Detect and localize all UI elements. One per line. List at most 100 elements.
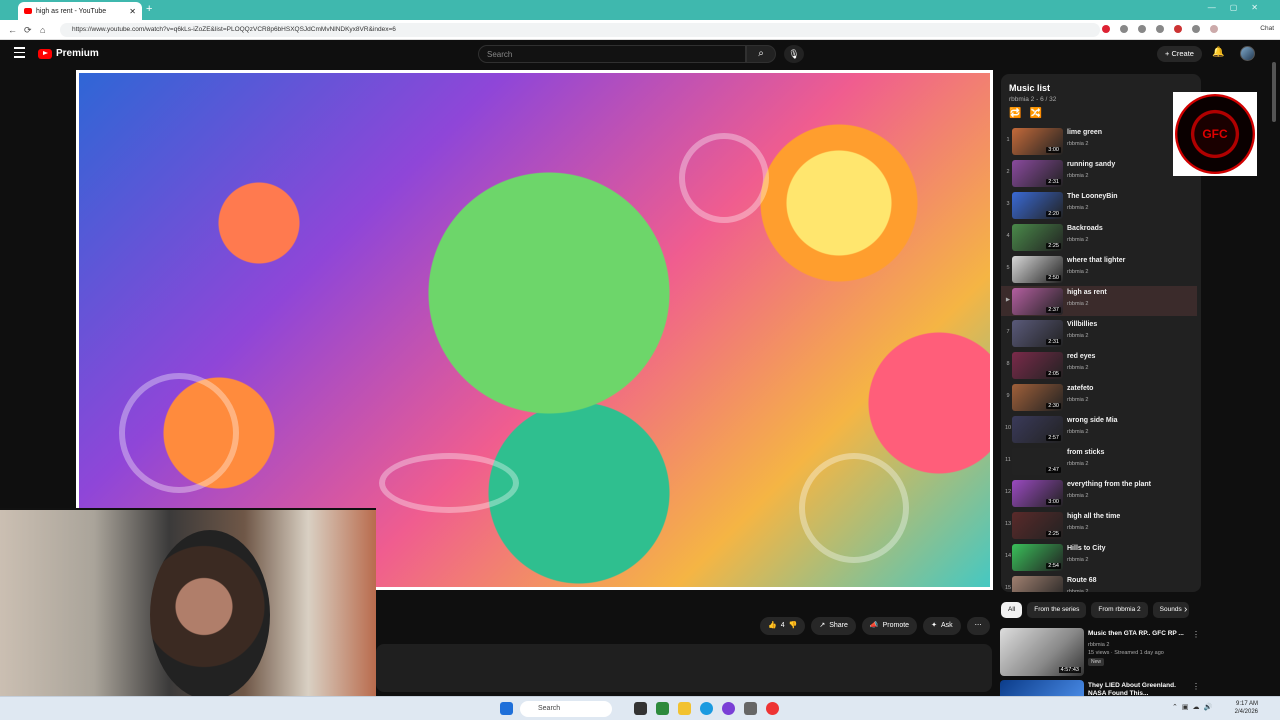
- playlist-item[interactable]: 14 2:54 Hills to City rbbmia 2: [1001, 542, 1197, 572]
- playlist-thumbnail[interactable]: 2:31: [1012, 320, 1063, 347]
- playlist-thumbnail[interactable]: 3:00: [1012, 480, 1063, 507]
- playlist-item[interactable]: 10 2:57 wrong side Mia rbbmia 2: [1001, 414, 1197, 444]
- share-button[interactable]: ↗ Share: [811, 617, 856, 635]
- playlist-item[interactable]: 9 2:30 zatefeto rbbmia 2: [1001, 382, 1197, 412]
- create-button[interactable]: + Create: [1157, 46, 1202, 62]
- extension-icon[interactable]: [1138, 25, 1146, 33]
- app-icon[interactable]: [656, 702, 669, 715]
- playlist-item[interactable]: 8 2:05 red eyes rbbmia 2: [1001, 350, 1197, 380]
- playlist-thumbnail[interactable]: 2:47: [1012, 448, 1063, 475]
- more-options-icon[interactable]: ⋮: [1192, 630, 1200, 639]
- microphone-icon[interactable]: 🎙: [784, 45, 804, 63]
- file-explorer-icon[interactable]: [678, 702, 691, 715]
- taskbar-search[interactable]: Search: [520, 701, 612, 717]
- recommendation-title[interactable]: Music then GTA RP.. GFC RP ...: [1088, 630, 1192, 638]
- more-actions-button[interactable]: ⋯: [966, 617, 990, 635]
- duration-badge: 2:31: [1046, 339, 1061, 345]
- megaphone-icon: 📣: [869, 622, 879, 629]
- chevron-right-icon[interactable]: ›: [1184, 604, 1187, 615]
- playlist-item[interactable]: 4 2:25 Backroads rbbmia 2: [1001, 222, 1197, 252]
- like-button[interactable]: 👍 4 👎: [760, 617, 806, 635]
- playlist-thumbnail[interactable]: 2:50: [1012, 256, 1063, 283]
- promote-button[interactable]: 📣 Promote: [861, 617, 918, 635]
- recommendation-channel[interactable]: rbbmia 2: [1088, 642, 1109, 648]
- playlist-item[interactable]: ▶ 2:37 high as rent rbbmia 2: [1001, 286, 1197, 316]
- recommendation-thumbnail[interactable]: 4:57:43: [1000, 628, 1084, 676]
- profile-icon[interactable]: [1210, 25, 1218, 33]
- playlist-thumbnail[interactable]: 2:05: [1012, 352, 1063, 379]
- filter-chip[interactable]: From the series: [1027, 602, 1087, 618]
- youtube-favicon-icon: [24, 8, 32, 14]
- extension-icon[interactable]: [1120, 25, 1128, 33]
- playlist-item[interactable]: 1 3:00 lime green rbbmia 2: [1001, 126, 1197, 156]
- playlist-thumbnail[interactable]: 3:00: [1012, 128, 1063, 155]
- playlist-item-channel: rbbmia 2: [1067, 333, 1089, 339]
- home-icon[interactable]: ⌂: [40, 25, 45, 35]
- address-bar[interactable]: https://www.youtube.com/watch?v=q6kLs-iZ…: [60, 23, 1100, 37]
- window-controls[interactable]: —▢✕: [1208, 3, 1272, 12]
- favorites-icon[interactable]: [1156, 25, 1164, 33]
- close-tab-icon[interactable]: ✕: [129, 7, 136, 16]
- loop-icon[interactable]: 🔁: [1009, 108, 1021, 119]
- playlist-thumbnail[interactable]: 2:31: [1012, 160, 1063, 187]
- search-input[interactable]: Search: [478, 45, 746, 63]
- playlist-thumbnail[interactable]: 2:54: [1012, 544, 1063, 571]
- avatar[interactable]: [1240, 46, 1255, 61]
- thumbs-down-icon[interactable]: 👎: [789, 617, 798, 635]
- extension-icon[interactable]: [1102, 25, 1110, 33]
- extension-icon[interactable]: [1192, 25, 1200, 33]
- shuffle-icon[interactable]: 🔀: [1029, 108, 1041, 119]
- gfc-logo-overlay: GFC: [1173, 92, 1257, 176]
- filter-chip[interactable]: All: [1001, 602, 1023, 618]
- playlist-thumbnail[interactable]: 2:25: [1012, 224, 1063, 251]
- extension-icon[interactable]: [1174, 25, 1182, 33]
- playlist-item[interactable]: 12 3:00 everything from the plant rbbmia 2: [1001, 478, 1197, 508]
- edge-icon[interactable]: [700, 702, 713, 715]
- playlist-thumbnail[interactable]: [1012, 576, 1063, 592]
- browser-tab[interactable]: high as rent - YouTube ✕: [18, 2, 142, 20]
- recommendation-thumbnail[interactable]: [1000, 680, 1084, 696]
- task-view-icon[interactable]: [634, 702, 647, 715]
- page-scrollbar[interactable]: [1272, 52, 1278, 692]
- playlist-item[interactable]: 2 2:31 running sandy rbbmia 2: [1001, 158, 1197, 188]
- recommendation-item[interactable]: They LIED About Greenland. NASA Found Th…: [1000, 678, 1200, 696]
- playlist-index: 11: [1005, 457, 1011, 463]
- recommendation-item[interactable]: 4:57:43 Music then GTA RP.. GFC RP ... r…: [1000, 626, 1200, 680]
- chat-button[interactable]: Chat: [1260, 25, 1274, 32]
- search-icon[interactable]: ⌕: [746, 45, 776, 63]
- playlist-item[interactable]: 15 Route 68 rbbmia 2: [1001, 574, 1197, 592]
- playlist-item[interactable]: 5 2:50 where that lighter rbbmia 2: [1001, 254, 1197, 284]
- clock[interactable]: 9:17 AM 2/4/2026: [1235, 700, 1258, 716]
- app-icon[interactable]: [722, 702, 735, 715]
- playlist-item-title: The LooneyBin: [1067, 193, 1118, 200]
- playlist-thumbnail[interactable]: 2:57: [1012, 416, 1063, 443]
- playlist-item[interactable]: 11 2:47 from sticks rbbmia 2: [1001, 446, 1197, 476]
- playlist-item[interactable]: 13 2:25 high all the time rbbmia 2: [1001, 510, 1197, 540]
- start-icon[interactable]: [500, 702, 513, 715]
- refresh-icon[interactable]: ⟳: [24, 25, 32, 36]
- playlist-thumbnail[interactable]: 2:30: [1012, 384, 1063, 411]
- camera-icon[interactable]: [744, 702, 757, 715]
- new-tab-icon[interactable]: +: [146, 3, 152, 15]
- playlist-index: 8: [1006, 361, 1010, 367]
- playlist-thumbnail[interactable]: 2:25: [1012, 512, 1063, 539]
- description-box[interactable]: [376, 644, 992, 692]
- filter-chip[interactable]: From rbbmia 2: [1091, 602, 1148, 618]
- playlist-item-title: from sticks: [1067, 449, 1105, 456]
- playlist-item[interactable]: 7 2:31 Villbillies rbbmia 2: [1001, 318, 1197, 348]
- recommendation-title[interactable]: They LIED About Greenland. NASA Found Th…: [1088, 682, 1192, 696]
- playlist-thumbnail[interactable]: 2:37: [1012, 288, 1063, 315]
- playlist-thumbnail[interactable]: 2:20: [1012, 192, 1063, 219]
- system-tray[interactable]: ⌃▣☁🔊: [1172, 703, 1216, 711]
- menu-icon[interactable]: [14, 47, 25, 58]
- more-options-icon[interactable]: ⋮: [1192, 682, 1200, 691]
- playlist-item[interactable]: 3 2:20 The LooneyBin rbbmia 2: [1001, 190, 1197, 220]
- windows-taskbar: Search ⌃▣☁🔊 9:17 AM 2/4/2026: [0, 696, 1280, 720]
- back-icon[interactable]: ←: [8, 25, 17, 35]
- youtube-logo[interactable]: Premium: [38, 48, 99, 59]
- ask-button[interactable]: ✦ Ask: [923, 617, 961, 635]
- app-icon[interactable]: [766, 702, 779, 715]
- playlist-index: ▶: [1005, 297, 1011, 303]
- playlist-item-channel: rbbmia 2: [1067, 589, 1089, 592]
- notifications-icon[interactable]: 🔔: [1212, 47, 1224, 58]
